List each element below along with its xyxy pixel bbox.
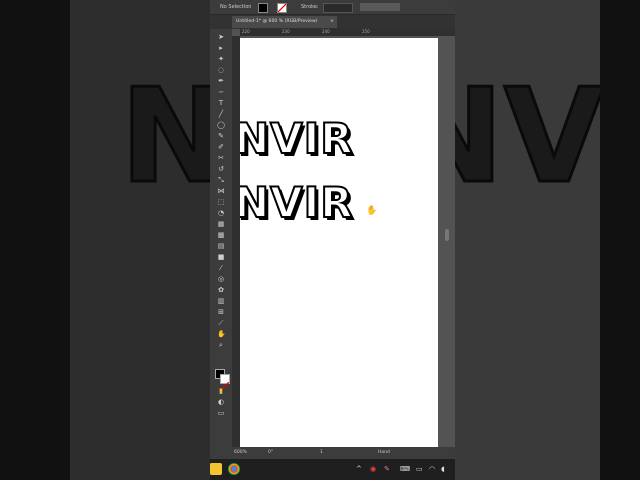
document-tab[interactable]: Untitled-1* @ 600 % (RGB/Preview) × [232, 16, 337, 28]
file-explorer-icon[interactable] [210, 463, 222, 475]
artboard-tool-icon[interactable]: ⊞ [217, 308, 225, 316]
rotate-tool-icon[interactable]: ↺ [217, 165, 225, 173]
artboard-number[interactable]: 1 [320, 450, 323, 455]
line-tool-icon[interactable]: ╱ [217, 110, 225, 118]
screen-mode-icon[interactable]: ▭ [217, 409, 225, 417]
symbol-sprayer-tool-icon[interactable]: ✿ [217, 286, 225, 294]
gradient-swatch-icon[interactable]: ■ [217, 253, 225, 261]
artwork-text-line-1[interactable]: NVIR [240, 113, 354, 164]
eyedropper-tool-icon[interactable]: ⁄ [217, 264, 225, 272]
perspective-tool-icon[interactable]: ▦ [217, 220, 225, 228]
zoom-tool-icon[interactable]: ⌕ [217, 341, 225, 349]
tray-pen-icon[interactable]: ✎ [384, 465, 390, 473]
curvature-tool-icon[interactable]: ∽ [217, 88, 225, 96]
control-bar: No Selection Stroke: [210, 0, 455, 15]
tray-record-icon[interactable]: ◉ [370, 465, 376, 473]
illustrator-window: No Selection Stroke: Untitled-1* @ 600 %… [210, 0, 455, 480]
ruler-tick-label: 220 [242, 29, 250, 34]
magic-wand-tool-icon[interactable]: ✦ [217, 55, 225, 63]
hand-cursor-icon: ✋ [366, 206, 378, 216]
eraser-tool-icon[interactable]: ✂ [217, 154, 225, 162]
slice-tool-icon[interactable]: ⟋ [217, 319, 225, 327]
background-right-blurred: NVIR [455, 0, 640, 480]
tray-volume-icon[interactable]: ◖ [441, 465, 445, 473]
stroke-label: Stroke: [301, 4, 319, 10]
stroke-color-icon[interactable] [220, 374, 230, 391]
background-left-blurred: NVIR [0, 0, 210, 480]
shape-builder-tool-icon[interactable]: ◔ [217, 209, 225, 217]
paintbrush-tool-icon[interactable]: ✎ [217, 132, 225, 140]
stroke-style-dropdown[interactable] [360, 3, 400, 11]
ruler-tick-label: 230 [282, 29, 290, 34]
width-tool-icon[interactable]: ⋈ [217, 187, 225, 195]
lasso-tool-icon[interactable]: ◌ [217, 66, 225, 74]
document-tab-title: Untitled-1* @ 600 % (RGB/Preview) [236, 19, 318, 24]
column-graph-tool-icon[interactable]: ▥ [217, 297, 225, 305]
color-mode-icon[interactable]: ▮ [217, 387, 225, 395]
shaper-tool-icon[interactable]: ✐ [217, 143, 225, 151]
close-tab-icon[interactable]: × [330, 16, 334, 28]
ruler-tick-label: 240 [322, 29, 330, 34]
stroke-weight-field[interactable] [323, 3, 353, 13]
stroke-swatch[interactable] [277, 3, 287, 13]
canvas-area[interactable]: 220 230 240 250 NVIR NVIR ✋ [232, 29, 455, 447]
pen-tool-icon[interactable]: ✒ [217, 77, 225, 85]
draw-mode-icon[interactable]: ◐ [217, 398, 225, 406]
horizontal-ruler: 220 230 240 250 [240, 29, 455, 36]
tray-chevron-icon[interactable]: ^ [356, 465, 362, 473]
scale-tool-icon[interactable]: ⤡ [217, 176, 225, 184]
direct-selection-tool-icon[interactable]: ▸ [217, 44, 225, 52]
blend-tool-icon[interactable]: ◎ [217, 275, 225, 283]
current-tool-status: Hand [378, 450, 390, 455]
gradient-tool-icon[interactable]: ▤ [217, 242, 225, 250]
fill-swatch[interactable] [258, 3, 268, 13]
background-toolbar-blur [0, 0, 70, 480]
free-transform-tool-icon[interactable]: ⬚ [217, 198, 225, 206]
rectangle-tool-icon[interactable]: ◯ [217, 121, 225, 129]
none-slash-icon [277, 3, 287, 13]
mesh-tool-icon[interactable]: ▩ [217, 231, 225, 239]
status-bar: 600% 0° 1 Hand [210, 447, 455, 459]
rotation-angle[interactable]: 0° [268, 450, 273, 455]
vertical-ruler [232, 36, 240, 447]
tray-display-icon[interactable]: ▭ [416, 465, 423, 473]
vertical-scrollbar[interactable] [445, 229, 449, 241]
type-tool-icon[interactable]: T [217, 99, 225, 107]
selection-tool-icon[interactable]: ➤ [217, 33, 225, 41]
background-ghost-letters: NVIR [119, 59, 210, 214]
tray-controller-icon[interactable]: ⌨ [400, 465, 410, 473]
zoom-level[interactable]: 600% [234, 450, 247, 455]
selection-status: No Selection [220, 4, 252, 10]
background-edge-blur [600, 0, 640, 480]
ruler-tick-label: 250 [362, 29, 370, 34]
document-tab-bar: Untitled-1* @ 600 % (RGB/Preview) × [210, 15, 455, 29]
windows-taskbar: ^ ◉ ✎ ⌨ ▭ ◠ ◖ [210, 459, 455, 480]
tray-wifi-icon[interactable]: ◠ [429, 465, 435, 473]
hand-tool-icon[interactable]: ✋ [217, 330, 226, 338]
chrome-icon[interactable] [228, 463, 240, 475]
artwork-text-line-2[interactable]: NVIR [240, 177, 354, 228]
artboard[interactable]: NVIR NVIR ✋ [240, 38, 438, 447]
tools-panel: ➤ ▸ ✦ ◌ ✒ ∽ T ╱ ◯ ✎ ✐ ✂ ↺ ⤡ ⋈ ⬚ ◔ ▦ ▩ ▤ … [210, 29, 232, 447]
